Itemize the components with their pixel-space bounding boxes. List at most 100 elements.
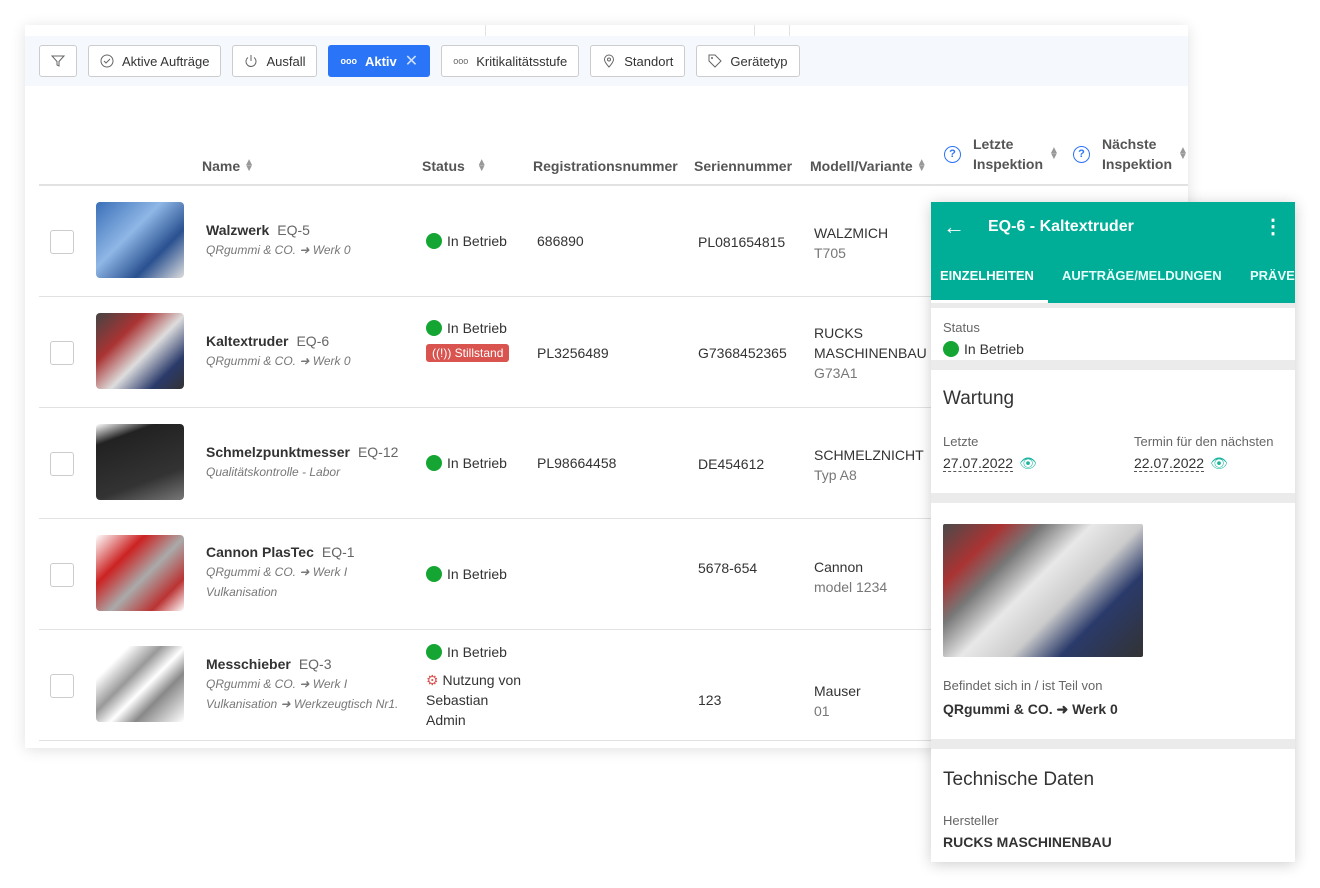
model-variant: SCHMELZNICHT Typ A8 — [814, 447, 924, 483]
equipment-thumbnail — [96, 202, 184, 278]
table-header: Name ▲ ▼ Status ▲ ▼ Registrationsnummer Seri… — [39, 135, 1188, 186]
standstill-badge: ((!)) Stillstand — [426, 344, 510, 362]
standstill-icon: ((!)) — [432, 346, 452, 360]
equipment-photo[interactable] — [943, 524, 1143, 657]
row-checkbox[interactable] — [50, 563, 74, 587]
filter-criticality[interactable]: ooo Kritikalitätsstufe — [441, 45, 580, 77]
model-variant: RUCKS MASCHINENBAU G73A1 — [814, 325, 927, 381]
equipment-detail-panel: ← EQ-6 - Kaltextruder ⋮ EINZELHEITEN AUF… — [931, 202, 1295, 862]
sort-icon[interactable]: ▲ ▼ — [917, 158, 927, 174]
col-serial: Seriennummer — [694, 158, 793, 174]
status-text: In Betrieb — [447, 644, 507, 660]
equipment-thumbnail — [96, 535, 184, 611]
sort-icon[interactable]: ▲ ▼ — [477, 158, 487, 174]
equipment-location: QRgummi & CO. ➜ Werk 0 — [206, 354, 351, 368]
filter-button[interactable] — [39, 45, 77, 77]
equipment-location: QRgummi & CO. ➜ Werk 0 — [206, 243, 351, 257]
equipment-thumbnail — [96, 646, 184, 722]
status-dot — [426, 233, 442, 249]
tab-orders[interactable]: AUFTRÄGE/MELDUNGEN — [1062, 268, 1222, 283]
filter-active-orders[interactable]: Aktive Aufträge — [88, 45, 222, 77]
filter-location[interactable]: Standort — [590, 45, 686, 77]
help-icon[interactable]: ? — [1073, 145, 1090, 163]
equipment-id: EQ-6 — [296, 333, 330, 349]
status-dot — [426, 320, 442, 336]
dots-icon: ooo — [340, 56, 357, 66]
status-text: In Betrieb — [447, 320, 507, 336]
eye-icon[interactable]: 👁 — [1210, 455, 1228, 471]
registration-number: 686890 — [537, 233, 584, 249]
eye-icon[interactable]: 👁 — [1019, 455, 1037, 471]
status-text: In Betrieb — [447, 233, 507, 249]
back-arrow-icon[interactable]: ← — [943, 214, 965, 240]
equipment-name[interactable]: Cannon PlasTec — [206, 544, 314, 560]
maintenance-section: Wartung Letzte 27.07.2022 👁 Termin für den… — [931, 370, 1295, 493]
status-text: In Betrieb — [447, 566, 507, 582]
sort-icon[interactable]: ▲ ▼ — [244, 158, 254, 174]
equipment-location: Qualitätskontrolle - Labor — [206, 465, 341, 479]
registration-number: PL3256489 — [537, 345, 609, 361]
equipment-id: EQ-12 — [357, 444, 399, 460]
technical-data-section: Technische Daten Hersteller RUCKS MASCHI… — [931, 749, 1295, 862]
equipment-name[interactable]: Kaltextruder — [206, 333, 288, 349]
next-date[interactable]: 22.07.2022 — [1134, 455, 1205, 472]
help-icon[interactable]: ? — [944, 145, 961, 163]
check-circle-icon — [100, 54, 114, 68]
equipment-id: EQ-5 — [277, 222, 310, 238]
serial-number: 123 — [698, 692, 722, 708]
sort-icon[interactable]: ▲ ▼ — [1049, 146, 1059, 162]
serial-number: G7368452365 — [698, 345, 787, 361]
row-checkbox[interactable] — [50, 452, 74, 476]
model-variant: Mauser 01 — [814, 683, 861, 719]
tab-preventive[interactable]: PRÄVE — [1250, 268, 1295, 283]
equipment-location: QRgummi & CO. ➜ Werk I Vulkanisation — [206, 565, 348, 599]
serial-number: 5678-654 — [698, 560, 758, 576]
filter-bar: Aktive Aufträge Ausfall ooo Aktiv ✕ ooo Kri… — [25, 36, 1188, 86]
status-dot — [943, 341, 959, 357]
dots-icon: ooo — [453, 56, 469, 66]
filter-active[interactable]: ooo Aktiv ✕ — [328, 45, 431, 77]
col-last-inspection[interactable]: ? Letzte Inspektion ▲ ▼ — [944, 134, 1059, 174]
registration-number: PL98664458 — [537, 455, 617, 471]
equipment-id: EQ-3 — [298, 656, 332, 672]
col-model[interactable]: Modell/Variante ▲ ▼ — [810, 158, 927, 175]
location-pin-icon — [604, 54, 615, 68]
tag-icon — [708, 54, 723, 68]
equipment-name[interactable]: Walzwerk — [206, 222, 269, 238]
usage-info: ⚙ Nutzung von Sebastian Admin — [426, 672, 522, 728]
equipment-thumbnail — [96, 424, 184, 500]
col-registration: Registrationsnummer — [533, 158, 678, 174]
filter-device-type[interactable]: Gerätetyp — [696, 45, 800, 77]
serial-number: PL081654815 — [698, 234, 786, 250]
sort-icon[interactable]: ▲ ▼ — [1178, 146, 1188, 162]
status-section: Status In Betrieb — [931, 308, 1295, 360]
status-dot — [426, 644, 442, 660]
serial-number: DE454612 — [698, 456, 765, 472]
remove-filter-icon[interactable]: ✕ — [405, 51, 418, 71]
model-variant: WALZMICH T705 — [814, 225, 889, 261]
more-vert-icon[interactable]: ⋮ — [1263, 214, 1283, 239]
filter-failure[interactable]: Ausfall — [232, 45, 318, 77]
panel-header: ← EQ-6 - Kaltextruder ⋮ EINZELHEITEN AUF… — [931, 202, 1295, 303]
row-checkbox[interactable] — [50, 341, 74, 365]
active-tab-indicator — [931, 300, 1048, 303]
power-icon — [246, 55, 257, 67]
model-variant: Cannon model 1234 — [814, 559, 888, 595]
status-text: In Betrieb — [447, 455, 507, 471]
filter-icon — [51, 55, 65, 67]
last-date[interactable]: 27.07.2022 — [943, 455, 1014, 472]
equipment-name[interactable]: Schmelzpunktmesser — [206, 444, 350, 460]
image-location-section: Befindet sich in / ist Teil von QRgummi … — [931, 503, 1295, 739]
gear-icon: ⚙ — [426, 672, 439, 688]
col-next-inspection[interactable]: ? Nächste Inspektion ▲ ▼ — [1073, 134, 1188, 174]
panel-title: EQ-6 - Kaltextruder — [988, 218, 1134, 235]
equipment-name[interactable]: Messchieber — [206, 656, 291, 672]
col-status[interactable]: Status ▲ ▼ — [422, 158, 487, 175]
row-checkbox[interactable] — [50, 674, 74, 698]
equipment-location: QRgummi & CO. ➜ Werk I Vulkanisation ➜ W… — [206, 677, 399, 711]
equipment-id: EQ-1 — [321, 544, 355, 560]
status-dot — [426, 455, 442, 471]
row-checkbox[interactable] — [50, 230, 74, 254]
col-name[interactable]: Name ▲ ▼ — [202, 158, 254, 175]
tab-details[interactable]: EINZELHEITEN — [940, 268, 1034, 283]
